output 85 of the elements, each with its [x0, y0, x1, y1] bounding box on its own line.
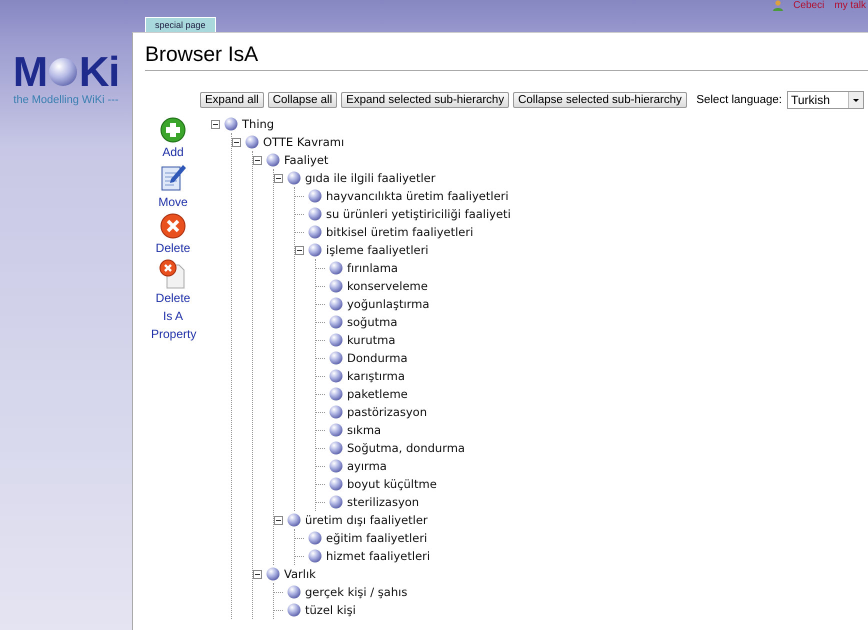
page-title: Browser IsA — [145, 43, 868, 71]
toolbar-button[interactable]: Expand selected sub-hierarchy — [341, 92, 510, 108]
sphere-icon — [329, 441, 343, 455]
caret-icon[interactable] — [848, 92, 863, 108]
tree-item[interactable]: sıkma — [347, 423, 382, 437]
sphere-icon — [329, 477, 343, 491]
sphere-icon — [329, 387, 343, 401]
tree-item[interactable]: tüzel kişi — [305, 603, 356, 617]
action-link[interactable]: Delete — [151, 239, 195, 257]
logo-tagline: the Modelling WiKi --- — [13, 94, 119, 106]
tree-item[interactable]: su ürünleri yetiştiriciliği faaliyeti — [326, 207, 511, 221]
add-icon[interactable] — [160, 117, 186, 143]
tree-item[interactable]: üretim dışı faaliyetler — [305, 513, 428, 527]
language-label: Select language: — [696, 94, 782, 106]
tree-item[interactable]: paketleme — [347, 387, 408, 401]
collapse-toggle[interactable] — [253, 570, 262, 578]
tree-item[interactable]: bitkisel üretim faaliyetleri — [326, 225, 474, 239]
tree-item[interactable]: Thing — [242, 117, 274, 131]
tree-item[interactable]: kurutma — [347, 333, 396, 347]
action-link[interactable]: Add — [151, 143, 195, 161]
collapse-toggle[interactable] — [211, 120, 220, 128]
sphere-icon — [308, 207, 322, 221]
tree-item[interactable]: fırınlama — [347, 261, 398, 275]
logo-text: M — [13, 52, 47, 92]
tree-item[interactable]: hizmet faaliyetleri — [326, 549, 430, 563]
sphere-icon — [245, 135, 259, 149]
sphere-icon — [329, 495, 343, 509]
collapse-toggle[interactable] — [232, 138, 241, 146]
sphere-icon — [329, 297, 343, 311]
toolbar-button[interactable]: Collapse selected sub-hierarchy — [513, 92, 687, 108]
sphere-icon — [266, 567, 280, 581]
collapse-toggle[interactable] — [295, 246, 304, 254]
tree-item[interactable]: yoğunlaştırma — [347, 297, 430, 311]
tree-item[interactable]: hayvancılıkta üretim faaliyetleri — [326, 189, 509, 203]
language-select[interactable]: Turkish — [787, 91, 864, 109]
tree-item[interactable]: soğutma — [347, 315, 398, 329]
logo-text: Ki — [79, 52, 119, 92]
sphere-icon — [329, 333, 343, 347]
sphere-icon — [329, 261, 343, 275]
toolbar-button[interactable]: Expand all — [200, 92, 264, 108]
tree-item[interactable]: işleme faaliyetleri — [326, 243, 429, 257]
tree-item[interactable]: konserveleme — [347, 279, 428, 293]
sphere-icon — [329, 459, 343, 473]
sphere-icon — [308, 243, 322, 257]
collapse-toggle[interactable] — [274, 516, 283, 524]
tree-item[interactable]: pastörizasyon — [347, 405, 428, 419]
sphere-icon — [329, 369, 343, 383]
action-link[interactable]: Delete Is A Property — [151, 289, 195, 343]
collapse-toggle[interactable] — [253, 156, 262, 164]
sphere-icon — [308, 549, 322, 563]
sphere-icon — [308, 531, 322, 545]
document-delete-icon[interactable] — [159, 259, 187, 289]
sphere-icon — [329, 423, 343, 437]
sphere-icon — [48, 57, 78, 87]
sphere-icon — [266, 153, 280, 167]
sphere-icon — [329, 405, 343, 419]
tree-item[interactable]: Dondurma — [347, 351, 408, 365]
tree-item[interactable]: Soğutma, dondurma — [347, 441, 465, 455]
sphere-icon — [287, 603, 301, 617]
sphere-icon — [329, 315, 343, 329]
tree-item[interactable]: gerçek kişi / şahıs — [305, 585, 408, 599]
tree-item[interactable]: OTTE Kavramı — [263, 135, 344, 149]
collapse-toggle[interactable] — [274, 174, 283, 182]
user-icon — [773, 0, 784, 11]
tree-item[interactable]: boyut küçültme — [347, 477, 437, 491]
sphere-icon — [287, 171, 301, 185]
delete-icon[interactable] — [160, 213, 186, 239]
tree-item[interactable]: Varlık — [284, 567, 316, 581]
tree-item[interactable]: ayırma — [347, 459, 387, 473]
toolbar-button[interactable]: Collapse all — [268, 92, 338, 108]
sphere-icon — [224, 117, 238, 131]
sphere-icon — [329, 351, 343, 365]
tree-item[interactable]: karıştırma — [347, 369, 405, 383]
action-link[interactable]: Move — [151, 193, 195, 211]
tree-item[interactable]: Faaliyet — [284, 153, 328, 167]
tree-item[interactable]: eğitim faaliyetleri — [326, 531, 428, 545]
sphere-icon — [308, 225, 322, 239]
sphere-icon — [287, 585, 301, 599]
page-tab[interactable]: special page — [145, 17, 216, 32]
sphere-icon — [329, 279, 343, 293]
sphere-icon — [287, 513, 301, 527]
tree-item[interactable]: gıda ile ilgili faaliyetler — [305, 171, 436, 185]
sphere-icon — [308, 189, 322, 203]
tree-item[interactable]: sterilizasyon — [347, 495, 420, 509]
notepad-pencil-icon[interactable] — [159, 163, 187, 193]
